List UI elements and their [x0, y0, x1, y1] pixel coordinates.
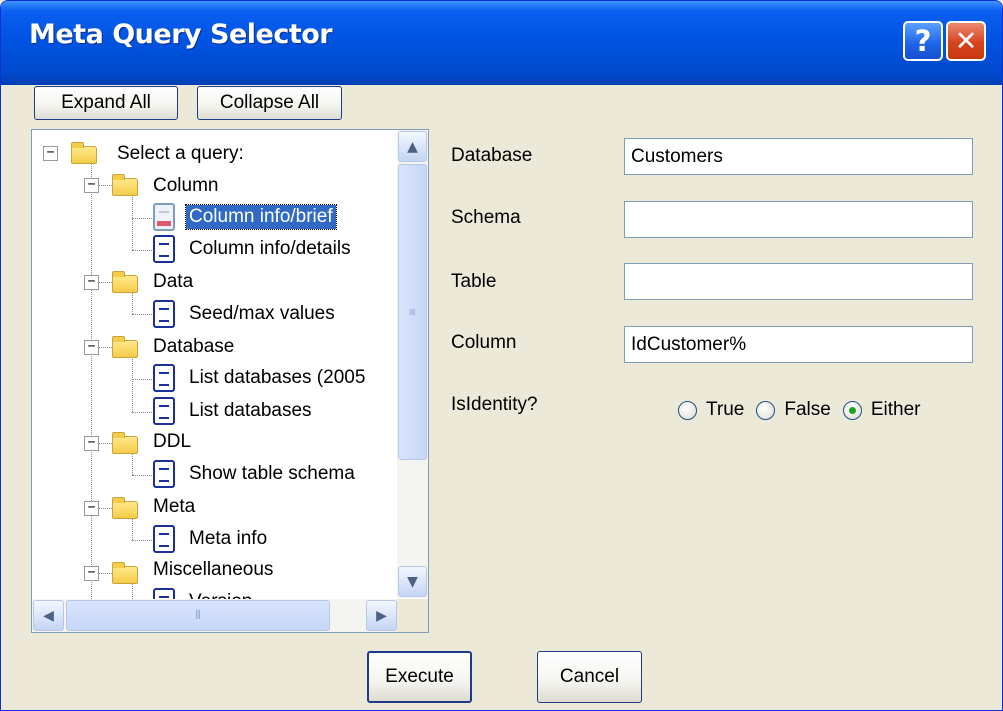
- table-field[interactable]: [624, 263, 973, 300]
- table-label: Table: [451, 271, 497, 292]
- tree-group-column[interactable]: Column: [150, 174, 221, 198]
- column-field[interactable]: [624, 326, 973, 363]
- document-icon: [153, 300, 175, 328]
- radio-false[interactable]: [756, 400, 776, 420]
- horizontal-scrollbar[interactable]: ◀ ⦀ ▶: [32, 599, 398, 632]
- scrollbar-corner: [397, 599, 428, 632]
- chevron-right-icon: ▶: [376, 607, 387, 624]
- document-icon: [153, 203, 175, 231]
- tree-item-column-info-details[interactable]: Column info/details: [186, 237, 354, 261]
- window-title: Meta Query Selector: [29, 19, 333, 50]
- scroll-down-button[interactable]: ▼: [398, 566, 427, 597]
- help-icon: ?: [914, 24, 932, 58]
- execute-button[interactable]: Execute: [367, 651, 472, 703]
- chevron-left-icon: ◀: [43, 607, 54, 624]
- expand-all-button[interactable]: Expand All: [34, 86, 178, 120]
- tree-item-meta-info[interactable]: Meta info: [186, 527, 270, 551]
- document-icon: [153, 525, 175, 553]
- collapse-icon[interactable]: −: [84, 340, 99, 355]
- close-button[interactable]: ✕: [946, 21, 986, 61]
- tree-item-show-table-schema[interactable]: Show table schema: [186, 462, 358, 486]
- document-icon: [153, 364, 175, 392]
- column-label: Column: [451, 332, 517, 353]
- collapse-icon[interactable]: −: [84, 178, 99, 193]
- cancel-button[interactable]: Cancel: [537, 651, 642, 703]
- query-tree[interactable]: − Select a query: − Column Column info/b…: [31, 129, 429, 633]
- vertical-scroll-thumb[interactable]: ≡: [398, 164, 427, 460]
- tree-item-list-databases[interactable]: List databases: [186, 399, 315, 423]
- meta-query-selector-dialog: Meta Query Selector ? ✕ Expand All Colla…: [0, 0, 1003, 711]
- radio-false-label[interactable]: False: [784, 399, 830, 421]
- radio-either-label[interactable]: Either: [871, 399, 921, 421]
- close-icon: ✕: [954, 25, 978, 57]
- horizontal-scroll-thumb[interactable]: ⦀: [66, 600, 330, 631]
- chevron-down-icon: ▼: [407, 573, 418, 590]
- collapse-icon[interactable]: −: [84, 436, 99, 451]
- folder-icon: [112, 497, 138, 519]
- schema-field[interactable]: [624, 201, 973, 238]
- tree-group-meta[interactable]: Meta: [150, 495, 198, 519]
- radio-either[interactable]: [842, 400, 862, 420]
- document-icon: [153, 460, 175, 488]
- document-icon: [153, 235, 175, 263]
- document-icon: [153, 397, 175, 425]
- database-field[interactable]: [624, 138, 973, 175]
- tree-group-data[interactable]: Data: [150, 270, 196, 294]
- collapse-icon[interactable]: −: [43, 146, 58, 161]
- tree-group-ddl[interactable]: DDL: [150, 430, 194, 454]
- folder-icon: [112, 432, 138, 454]
- collapse-all-button[interactable]: Collapse All: [197, 86, 342, 120]
- chevron-up-icon: ▲: [407, 138, 418, 155]
- folder-icon: [71, 142, 97, 164]
- tree-item-list-databases-2005[interactable]: List databases (2005: [186, 366, 368, 390]
- collapse-icon[interactable]: −: [84, 275, 99, 290]
- help-button[interactable]: ?: [903, 21, 943, 61]
- grip-icon: ≡: [408, 305, 416, 319]
- radio-true-label[interactable]: True: [706, 399, 744, 421]
- scroll-left-button[interactable]: ◀: [33, 600, 64, 631]
- is-identity-radio-group: True False Either: [678, 399, 932, 421]
- tree-group-miscellaneous[interactable]: Miscellaneous: [150, 558, 276, 582]
- tree-group-database[interactable]: Database: [150, 335, 237, 359]
- vertical-scrollbar[interactable]: ▲ ≡ ▼: [397, 130, 428, 598]
- collapse-icon[interactable]: −: [84, 566, 99, 581]
- folder-icon: [112, 271, 138, 293]
- is-identity-label: IsIdentity?: [451, 394, 538, 415]
- title-bar: Meta Query Selector ? ✕: [1, 1, 1002, 85]
- folder-icon: [112, 336, 138, 358]
- scroll-up-button[interactable]: ▲: [398, 131, 427, 162]
- database-label: Database: [451, 145, 533, 166]
- tree-item-column-info-brief[interactable]: Column info/brief: [185, 204, 337, 230]
- radio-true[interactable]: [678, 400, 697, 420]
- folder-icon: [112, 174, 138, 196]
- tree-root-label[interactable]: Select a query:: [114, 142, 247, 166]
- schema-label: Schema: [451, 207, 521, 228]
- tree-item-seed-max-values[interactable]: Seed/max values: [186, 302, 338, 326]
- scroll-right-button[interactable]: ▶: [366, 600, 397, 631]
- collapse-icon[interactable]: −: [84, 501, 99, 516]
- grip-icon: ⦀: [195, 608, 201, 622]
- folder-icon: [112, 562, 138, 584]
